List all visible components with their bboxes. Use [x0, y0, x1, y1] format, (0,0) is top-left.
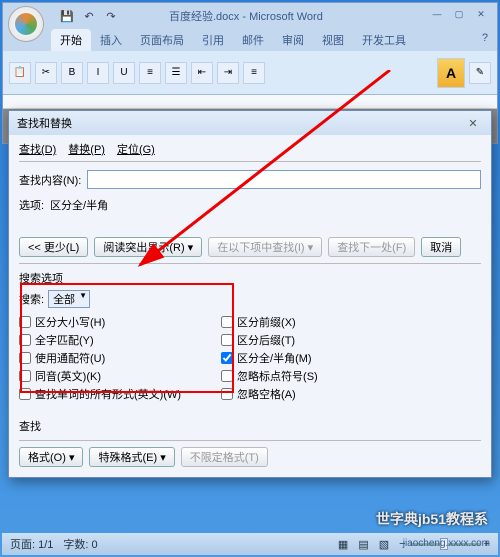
tab-mailings[interactable]: 邮件 — [233, 29, 273, 51]
option-checkbox[interactable]: 区分后缀(T) — [221, 332, 318, 348]
ribbon: 📋 ✂ B I U ≡ ☰ ⇤ ⇥ ≡ A ✎ — [3, 51, 497, 95]
cancel-button[interactable]: 取消 — [421, 237, 461, 257]
url-watermark: jiaocheng.xxxx.com — [403, 538, 490, 549]
checkbox[interactable] — [221, 334, 233, 346]
close-button[interactable]: ✕ — [471, 9, 491, 23]
option-checkbox[interactable]: 同音(英文)(K) — [19, 368, 181, 384]
status-page[interactable]: 页面: 1/1 — [10, 536, 53, 552]
maximize-button[interactable]: ▢ — [449, 9, 469, 23]
find-label: 查找内容(N): — [19, 172, 81, 188]
checkbox-label: 区分全/半角(M) — [237, 350, 312, 366]
undo-icon[interactable]: ↶ — [81, 8, 97, 24]
tab-layout[interactable]: 页面布局 — [131, 29, 193, 51]
paste-icon[interactable]: 📋 — [9, 62, 31, 84]
dialog-titlebar[interactable]: 查找和替换 ✕ — [9, 111, 491, 135]
ribbon-tabs: 开始 插入 页面布局 引用 邮件 审阅 视图 开发工具 ? — [51, 29, 497, 51]
checkbox[interactable] — [19, 334, 31, 346]
find-input[interactable] — [87, 170, 481, 189]
tab-references[interactable]: 引用 — [193, 29, 233, 51]
ruler — [3, 95, 497, 109]
checkbox[interactable] — [19, 370, 31, 382]
checkbox-label: 忽略标点符号(S) — [237, 368, 318, 384]
reading-highlight-button[interactable]: 阅读突出显示(R) ▾ — [94, 237, 202, 257]
checkbox-label: 区分前缀(X) — [237, 314, 296, 330]
checkbox-label: 查找单词的所有形式(英文)(W) — [35, 386, 181, 402]
status-words[interactable]: 字数: 0 — [63, 536, 97, 552]
format-button[interactable]: 格式(O) ▾ — [19, 447, 83, 467]
tab-goto[interactable]: 定位(G) — [117, 141, 155, 157]
less-button[interactable]: << 更少(L) — [19, 237, 88, 257]
checkbox[interactable] — [221, 388, 233, 400]
tab-find[interactable]: 查找(D) — [19, 141, 56, 157]
office-button[interactable] — [8, 6, 44, 42]
align-icon[interactable]: ≡ — [243, 62, 265, 84]
search-direction-select[interactable]: 全部 — [48, 290, 90, 308]
quick-access-toolbar: 💾 ↶ ↷ — [59, 8, 119, 24]
option-checkbox[interactable]: 全字匹配(Y) — [19, 332, 181, 348]
checkbox[interactable] — [19, 316, 31, 328]
options-value: 区分全/半角 — [50, 197, 108, 213]
view-print-icon[interactable]: ▦ — [338, 538, 348, 551]
find-replace-dialog: 查找和替换 ✕ 查找(D) 替换(P) 定位(G) 查找内容(N): 选项: 区… — [8, 110, 492, 478]
find-section-label: 查找 — [19, 418, 481, 434]
styles-icon[interactable]: A — [437, 58, 465, 88]
titlebar: 💾 ↶ ↷ 百度经验.docx - Microsoft Word — ▢ ✕ — [3, 3, 497, 29]
option-checkbox[interactable]: 区分前缀(X) — [221, 314, 318, 330]
dialog-title: 查找和替换 — [17, 115, 72, 131]
italic-icon[interactable]: I — [87, 62, 109, 84]
list-icon[interactable]: ≡ — [139, 62, 161, 84]
window-title: 百度经验.docx - Microsoft Word — [169, 8, 323, 24]
help-icon[interactable]: ? — [473, 29, 497, 51]
checkbox[interactable] — [221, 316, 233, 328]
redo-icon[interactable]: ↷ — [103, 8, 119, 24]
option-checkbox[interactable]: 区分大小写(H) — [19, 314, 181, 330]
checkbox[interactable] — [221, 352, 233, 364]
checkbox[interactable] — [221, 370, 233, 382]
search-direction-label: 搜索: — [19, 291, 44, 307]
option-checkbox[interactable]: 查找单词的所有形式(英文)(W) — [19, 386, 181, 402]
tab-home[interactable]: 开始 — [51, 29, 91, 51]
checkbox-label: 使用通配符(U) — [35, 350, 105, 366]
checkbox-label: 忽略空格(A) — [237, 386, 296, 402]
checkbox-label: 区分大小写(H) — [35, 314, 105, 330]
numbered-list-icon[interactable]: ☰ — [165, 62, 187, 84]
minimize-button[interactable]: — — [427, 9, 447, 23]
tab-review[interactable]: 审阅 — [273, 29, 313, 51]
watermark: 世字典jb51教程系 — [376, 509, 488, 529]
view-web-icon[interactable]: ▧ — [379, 538, 389, 551]
underline-icon[interactable]: U — [113, 62, 135, 84]
option-checkbox[interactable]: 使用通配符(U) — [19, 350, 181, 366]
find-next-button[interactable]: 查找下一处(F) — [328, 237, 415, 257]
editing-icon[interactable]: ✎ — [469, 62, 491, 84]
find-in-button[interactable]: 在以下项中查找(I) ▾ — [208, 237, 322, 257]
options-label: 选项: — [19, 197, 44, 213]
checkbox-label: 同音(英文)(K) — [35, 368, 101, 384]
checkbox[interactable] — [19, 388, 31, 400]
indent-left-icon[interactable]: ⇤ — [191, 62, 213, 84]
dialog-close-icon[interactable]: ✕ — [463, 117, 483, 130]
option-checkbox[interactable]: 忽略空格(A) — [221, 386, 318, 402]
checkbox-label: 全字匹配(Y) — [35, 332, 94, 348]
checkbox-label: 区分后缀(T) — [237, 332, 295, 348]
view-read-icon[interactable]: ▤ — [358, 538, 368, 551]
option-checkbox[interactable]: 忽略标点符号(S) — [221, 368, 318, 384]
tab-view[interactable]: 视图 — [313, 29, 353, 51]
special-format-button[interactable]: 特殊格式(E) ▾ — [89, 447, 174, 467]
office-logo-icon — [15, 13, 37, 35]
search-options-label: 搜索选项 — [19, 270, 481, 286]
tab-replace[interactable]: 替换(P) — [68, 141, 105, 157]
bold-icon[interactable]: B — [61, 62, 83, 84]
indent-right-icon[interactable]: ⇥ — [217, 62, 239, 84]
no-format-button[interactable]: 不限定格式(T) — [181, 447, 268, 467]
tab-insert[interactable]: 插入 — [91, 29, 131, 51]
cut-icon[interactable]: ✂ — [35, 62, 57, 84]
save-icon[interactable]: 💾 — [59, 8, 75, 24]
option-checkbox[interactable]: 区分全/半角(M) — [221, 350, 318, 366]
tab-developer[interactable]: 开发工具 — [353, 29, 415, 51]
checkbox[interactable] — [19, 352, 31, 364]
